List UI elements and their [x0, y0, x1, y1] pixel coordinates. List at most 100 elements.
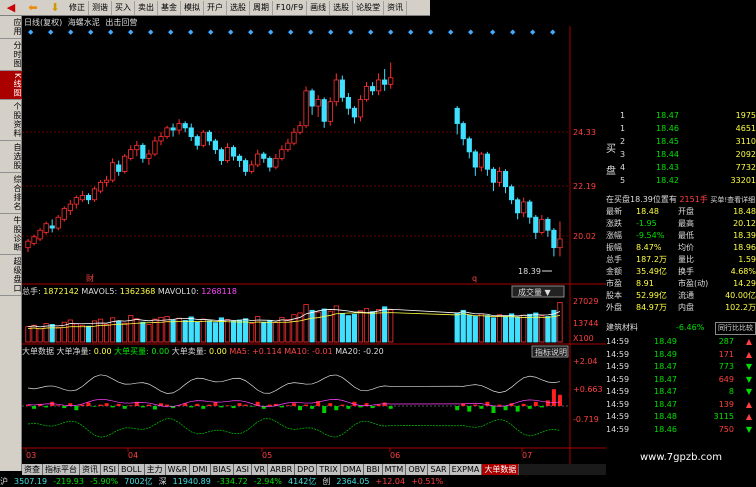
indicator-tab[interactable]: MTM	[382, 464, 407, 475]
toolbar-button[interactable]: 开户	[204, 0, 227, 15]
forward-icon[interactable]: ⬅	[22, 1, 44, 15]
volume-dropdown-label: 成交量 ▼	[518, 287, 552, 297]
marker-diamond: ◆	[550, 28, 556, 36]
kline-chart-area[interactable]: ◆ ◆ ◆ ◆ ◆ ◆ ◆ ◆ ◆ ◆ ◆ ◆ ◆ ◆ ◆ ◆ ◆ ◆ ◆ ◆ ◆ ◆ ◆ ◆ ◆ ◆ ◆ 24.33 22.19 20.…	[22, 26, 606, 464]
indicator-tab[interactable]: ARBR	[268, 464, 296, 475]
toolbar-button[interactable]: 基金	[158, 0, 181, 15]
dde-bar	[527, 406, 532, 409]
toolbar-button[interactable]: 选股	[227, 0, 250, 15]
ask-row: 2 18.45 3110	[606, 136, 756, 147]
stat-row: 外盘 84.97万 内盘 102.2万	[606, 302, 756, 313]
sector-row: 建筑材料 -6.46% 同行比比较	[606, 322, 756, 335]
indicator-tab[interactable]: 资讯	[80, 464, 101, 475]
toolbar-button[interactable]: 修正	[66, 0, 89, 15]
toolbar-button[interactable]: 周期	[250, 0, 273, 15]
indicator-tab[interactable]: DMI	[190, 464, 211, 475]
indicator-tab[interactable]: RSI	[101, 464, 119, 475]
stat-value: 8.47%	[636, 243, 662, 252]
sidebar-tab[interactable]: K线图	[0, 71, 22, 101]
sidebar-tab[interactable]: 自选股	[0, 141, 22, 174]
toolbar-button[interactable]: 选股	[330, 0, 354, 15]
indicator-tab[interactable]: BIAS	[210, 464, 235, 475]
volume-axis-label: X100	[573, 334, 594, 343]
tick-time: 14:59	[606, 337, 630, 346]
stat-value: 14.29	[733, 279, 756, 288]
dde-bar	[249, 406, 254, 407]
peer-compare-button[interactable]: 同行比比较	[715, 322, 756, 335]
candle-body	[466, 138, 472, 153]
volume-bar	[285, 319, 291, 343]
stat-label: 流通	[678, 291, 694, 300]
event-marker: q	[472, 274, 477, 283]
status-value: -5.90%	[89, 477, 119, 486]
indicator-tab[interactable]: VR	[252, 464, 269, 475]
indicator-tab[interactable]: BOLL	[119, 464, 145, 475]
note-volume: 2151手	[676, 195, 711, 204]
ask-volume: 7732	[735, 163, 756, 172]
sidebar-tab[interactable]: 个股资料	[0, 100, 22, 142]
volume-bar	[212, 322, 218, 343]
indicator-tab[interactable]: 资查	[22, 464, 43, 475]
ask-volume: 2092	[735, 150, 756, 159]
marker-diamond: ◆	[328, 28, 334, 36]
toolbar-button[interactable]: 买入	[112, 0, 135, 15]
marker-diamond: ◆	[348, 28, 354, 36]
ask-row: 1 18.46 4651	[606, 123, 756, 134]
volume-bar	[315, 311, 321, 343]
indicator-tab[interactable]: OBV	[406, 464, 429, 475]
note-detail-link[interactable]: 买单!查看详细	[710, 196, 755, 204]
stat-label: 最新	[606, 207, 622, 216]
marker-diamond: ◆	[530, 28, 536, 36]
date-axis-label: 05	[262, 451, 272, 460]
volume-bar	[478, 313, 484, 343]
candle-body	[557, 238, 563, 249]
toolbar-button[interactable]: 模拟	[181, 0, 204, 15]
candle-body	[146, 153, 152, 159]
candle-body	[122, 155, 128, 172]
stat-row: 市盈 8.91 市盈(动) 14.29	[606, 278, 756, 289]
toolbar-button[interactable]: 画线	[307, 0, 331, 15]
volume-bar	[55, 327, 61, 343]
marker-diamond: ◆	[208, 28, 214, 36]
candle-body	[194, 136, 200, 146]
candle-body	[309, 90, 315, 107]
indicator-tab[interactable]: DMA	[340, 464, 365, 475]
down-icon[interactable]: ⬇	[44, 1, 66, 15]
tick-price: 18.49	[654, 349, 677, 359]
toolbar-button[interactable]: 论股堂	[353, 0, 385, 15]
indicator-tab[interactable]: 指标平台	[43, 464, 80, 475]
indicator-tab[interactable]: ASI	[234, 464, 253, 475]
toolbar-button[interactable]: 卖出	[135, 0, 158, 15]
volume-bar	[188, 316, 194, 343]
indicator-tab[interactable]: W&R	[165, 464, 191, 475]
stat-label: 换手	[678, 267, 694, 276]
volume-bar	[267, 320, 273, 343]
sidebar-tab[interactable]: 超级盘口	[0, 255, 22, 297]
indicator-tab[interactable]: 大单数据	[482, 464, 520, 475]
sidebar-tab[interactable]: 分时图	[0, 39, 22, 71]
toolbar-button[interactable]: 资讯	[384, 0, 408, 15]
volume-bar	[170, 319, 176, 343]
stat-label: 量比	[678, 255, 694, 264]
tick-volume: 287	[718, 337, 734, 346]
indicator-tab[interactable]: TRIX	[317, 464, 341, 475]
indicator-tab[interactable]: SAR	[428, 464, 450, 475]
sidebar-tab[interactable]: 综合排名	[0, 173, 22, 215]
sidebar-tab[interactable]: 牛股诊断	[0, 214, 22, 256]
toolbar-button[interactable]: 测谐	[89, 0, 112, 15]
volume-bar	[224, 319, 231, 343]
indicator-tab[interactable]: EXPMA	[449, 464, 483, 475]
back-icon[interactable]: ◀	[0, 1, 22, 15]
tick-row: 14:59 18.49 171 ▲	[606, 349, 756, 360]
dde-bar	[80, 404, 85, 406]
volume-bar	[557, 301, 563, 343]
indicator-tab[interactable]: DPO	[295, 464, 318, 475]
status-value: -2.94%	[253, 477, 283, 486]
sidebar-tab[interactable]: 应用	[0, 16, 22, 39]
indicator-tab[interactable]: 主力	[144, 464, 166, 475]
candle-body	[382, 79, 388, 85]
dde-bar	[291, 403, 296, 406]
indicator-tab[interactable]: BBI	[364, 464, 383, 475]
toolbar-button[interactable]: F10/F9	[273, 0, 308, 15]
volume-bar	[545, 316, 551, 343]
